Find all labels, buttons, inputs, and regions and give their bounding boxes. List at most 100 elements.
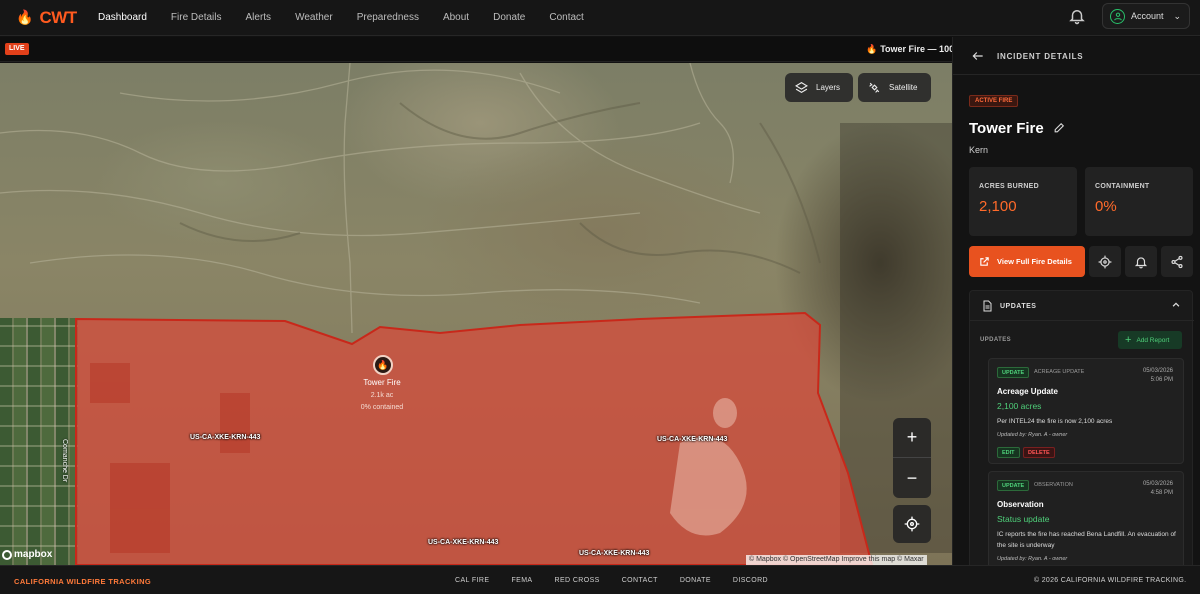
nav-item-dashboard[interactable]: Dashboard	[98, 12, 147, 23]
nav-item-about[interactable]: About	[443, 12, 469, 23]
status-badge: ACTIVE FIRE	[969, 95, 1019, 107]
external-link-icon	[980, 257, 989, 266]
panel-title: INCIDENT DETAILS	[997, 52, 1084, 61]
share-icon	[1171, 255, 1183, 268]
edit-update-button[interactable]: EDIT	[997, 447, 1020, 458]
zone-label: US-CA-XKE-KRN-443	[657, 436, 728, 443]
footer-brand[interactable]: CALIFORNIA WILDFIRE TRACKING	[14, 577, 151, 586]
update-author: Updated by: Ryan. A - owner	[997, 556, 1068, 562]
nav-item-preparedness[interactable]: Preparedness	[357, 12, 419, 23]
pencil-icon[interactable]	[1053, 121, 1066, 134]
zone-label: US-CA-XKE-KRN-443	[190, 434, 261, 441]
brand-name: CWT	[39, 7, 77, 27]
incident-title: Tower Fire	[969, 120, 1044, 137]
brand-logo[interactable]: 🔥 CWT	[16, 8, 98, 28]
update-title: Acreage Update	[997, 387, 1058, 396]
live-badge: LIVE	[5, 43, 29, 55]
live-ticker: LIVE 🔥 Tower Fire — 100 ac,	[0, 37, 969, 62]
update-timestamp: 05/03/2026 4:58 PM	[1143, 480, 1173, 498]
nav-item-alerts[interactable]: Alerts	[246, 12, 272, 23]
update-time: 4:58 PM	[1150, 490, 1173, 496]
fire-perimeter[interactable]	[0, 63, 952, 565]
containment-label: CONTAINMENT	[1095, 183, 1150, 190]
delete-update-button[interactable]: DELETE	[1023, 447, 1055, 458]
top-nav: 🔥 CWT Dashboard Fire Details Alerts Weat…	[0, 0, 1200, 36]
account-label: Account	[1131, 11, 1164, 21]
update-category: OBSERVATION	[1034, 482, 1073, 488]
road-label: Comanche Dr	[61, 439, 68, 483]
containment-value: 0%	[1095, 198, 1117, 215]
update-card[interactable]: UPDATE ACREAGE UPDATE 05/03/2026 5:06 PM…	[988, 358, 1184, 464]
layers-label: Layers	[816, 83, 841, 92]
update-actions: EDIT DELETE	[989, 447, 1185, 459]
footer-link-donate[interactable]: DONATE	[680, 577, 711, 584]
update-title: Observation	[997, 500, 1044, 509]
zoom-out-button[interactable]: −	[893, 458, 931, 498]
update-time: 5:06 PM	[1150, 377, 1173, 383]
layers-icon	[795, 81, 808, 94]
map-attribution[interactable]: © Mapbox © OpenStreetMap Improve this ma…	[746, 555, 927, 565]
update-card[interactable]: UPDATE OBSERVATION 05/03/2026 4:58 PM Ob…	[988, 471, 1184, 565]
updates-header[interactable]: UPDATES	[970, 291, 1194, 321]
zoom-control: + −	[893, 418, 931, 498]
view-full-fire-details-button[interactable]: View Full Fire Details	[969, 246, 1085, 277]
nav-item-fire-details[interactable]: Fire Details	[171, 12, 222, 23]
crosshair-icon	[904, 516, 920, 532]
footer-link-discord[interactable]: DISCORD	[733, 577, 768, 584]
add-report-button[interactable]: + Add Report	[1118, 331, 1182, 349]
subscribe-alerts-button[interactable]	[1125, 246, 1157, 277]
mapbox-icon	[2, 549, 12, 560]
zone-label: US-CA-XKE-KRN-443	[428, 539, 499, 546]
footer-copyright: © 2026 CALIFORNIA WILDFIRE TRACKING.	[1034, 577, 1187, 584]
zone-label: US-CA-XKE-KRN-443	[579, 550, 650, 557]
footer-link-contact[interactable]: CONTACT	[622, 577, 658, 584]
nav-item-weather[interactable]: Weather	[295, 12, 333, 23]
acres-burned-card: ACRES BURNED 2,100	[969, 167, 1077, 236]
fire-map[interactable]: 🔥 Tower Fire 2.1k ac 0% contained US-CA-…	[0, 63, 952, 565]
layers-button[interactable]: Layers	[785, 73, 853, 102]
fire-marker-name: Tower Fire	[363, 378, 401, 387]
footer-link-fema[interactable]: FEMA	[511, 577, 532, 584]
fire-marker-containment: 0% contained	[360, 404, 404, 411]
notifications-bell-icon[interactable]	[1068, 7, 1086, 25]
satellite-label: Satellite	[889, 83, 918, 92]
back-arrow-icon[interactable]	[971, 49, 985, 63]
mapbox-logo[interactable]: mapbox	[2, 549, 52, 560]
share-button[interactable]	[1161, 246, 1193, 277]
satellite-button[interactable]: Satellite	[858, 73, 931, 102]
locate-fire-button[interactable]	[1089, 246, 1121, 277]
bell-icon	[1134, 256, 1148, 268]
add-report-label: Add Report	[1136, 336, 1170, 344]
update-headline: 2,100 acres	[997, 401, 1042, 411]
footer-link-red-cross[interactable]: RED CROSS	[555, 577, 600, 584]
update-body: Per INTEL24 the fire is now 2,100 acres	[997, 418, 1113, 425]
footer: CALIFORNIA WILDFIRE TRACKING CAL FIRE FE…	[0, 565, 1200, 594]
incident-panel: INCIDENT DETAILS ACTIVE FIRE Tower Fire …	[952, 37, 1200, 565]
locate-me-button[interactable]	[893, 505, 931, 543]
user-avatar-icon	[1110, 8, 1125, 24]
document-icon	[983, 300, 992, 312]
view-full-fire-details-label: View Full Fire Details	[997, 257, 1072, 266]
acres-burned-value: 2,100	[979, 198, 1017, 215]
updates-section: UPDATES UPDATES + Add Report UPDATE ACRE…	[969, 290, 1194, 565]
flame-icon: 🔥	[866, 44, 878, 54]
incident-county: Kern	[969, 145, 989, 155]
crosshair-icon	[1098, 255, 1112, 268]
updates-subheading: UPDATES	[980, 337, 1012, 343]
nav-item-contact[interactable]: Contact	[549, 12, 583, 23]
account-menu-button[interactable]: Account ⌄	[1102, 3, 1190, 29]
update-timestamp: 05/03/2026 5:06 PM	[1143, 367, 1173, 385]
acres-burned-label: ACRES BURNED	[979, 183, 1039, 190]
containment-card: CONTAINMENT 0%	[1085, 167, 1193, 236]
update-tag: UPDATE	[997, 480, 1030, 491]
update-author: Updated by: Ryan. A - owner	[997, 432, 1068, 438]
satellite-icon	[869, 82, 880, 93]
fire-marker-icon[interactable]: 🔥	[373, 355, 393, 375]
footer-links: CAL FIRE FEMA RED CROSS CONTACT DONATE D…	[455, 577, 790, 584]
nav-item-donate[interactable]: Donate	[493, 12, 525, 23]
zoom-in-button[interactable]: +	[893, 418, 931, 458]
fire-marker-acres: 2.1k ac	[370, 392, 394, 399]
chevron-up-icon[interactable]	[1171, 300, 1181, 310]
footer-link-cal-fire[interactable]: CAL FIRE	[455, 577, 489, 584]
update-category: ACREAGE UPDATE	[1034, 369, 1085, 375]
